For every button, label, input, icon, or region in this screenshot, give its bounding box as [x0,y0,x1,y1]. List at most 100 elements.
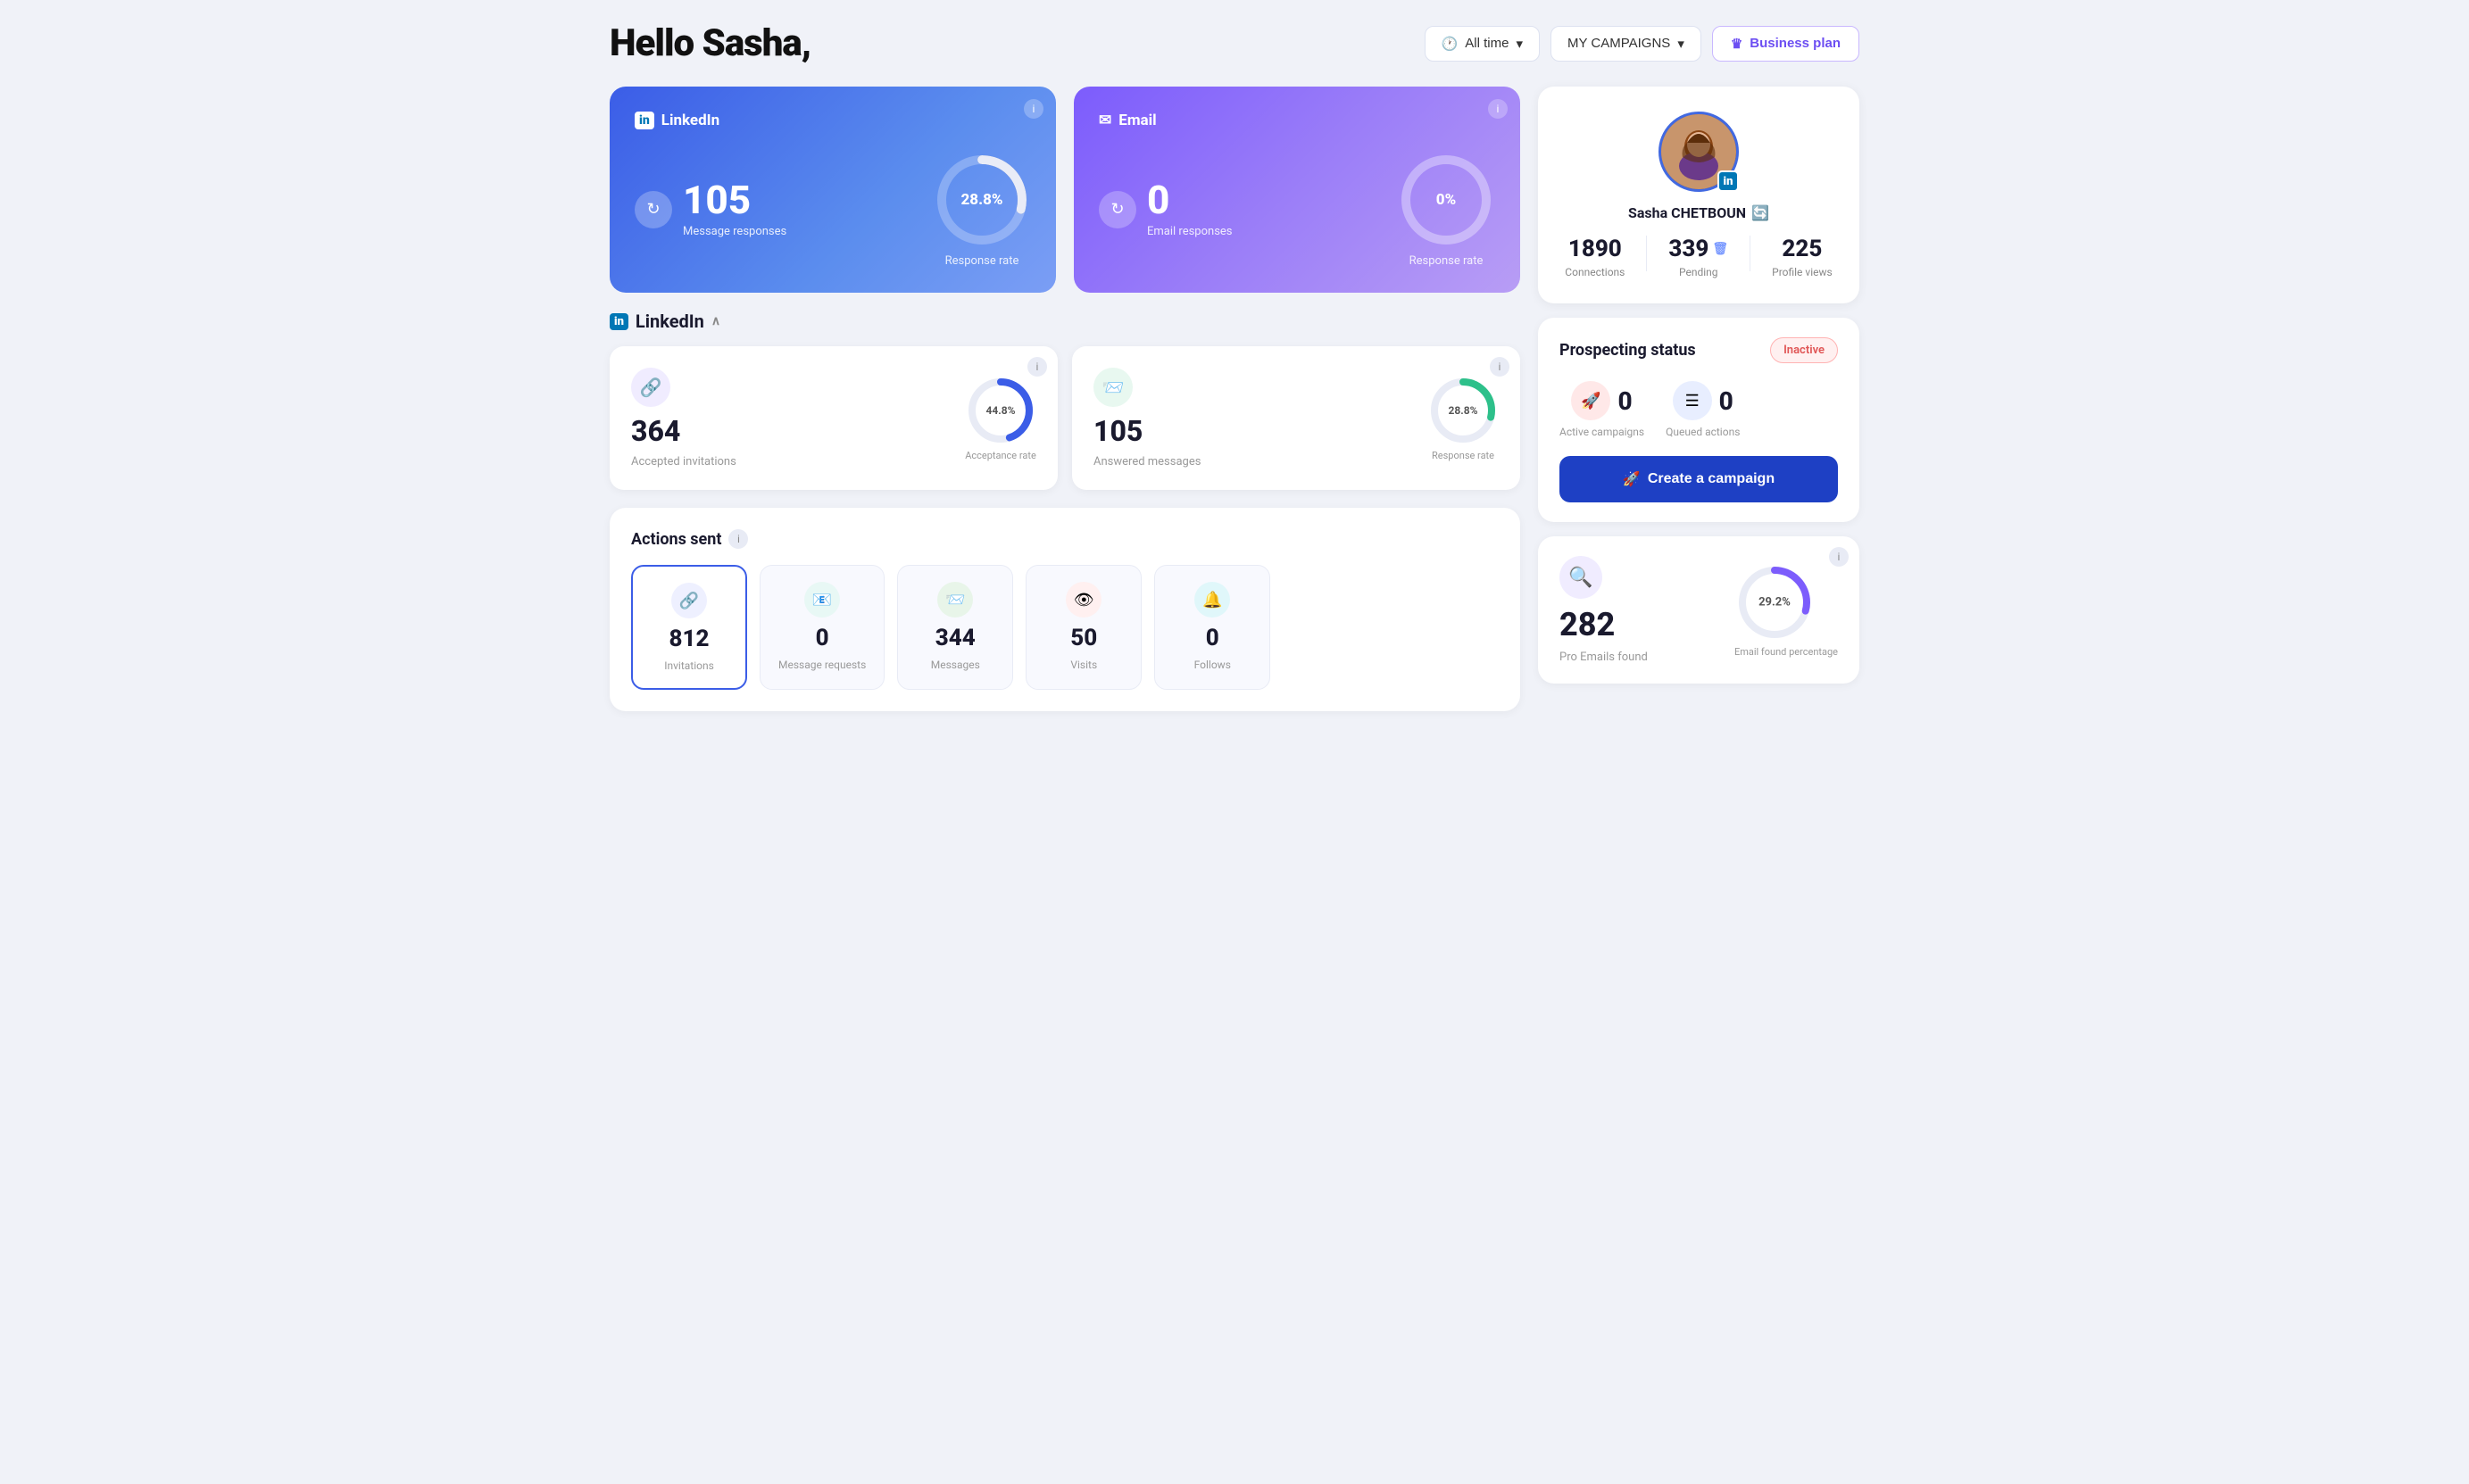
chevron-down-icon: ▾ [1516,36,1523,52]
invitations-action-card[interactable]: 🔗 812 Invitations [631,565,747,690]
linkedin-response-rate-sublabel: Response rate [933,254,1031,268]
linkedin-response-rate-label: 28.8% [960,191,1002,209]
linkedin-response-rate-chart: 28.8% [933,151,1031,249]
message-requests-action-card[interactable]: 📧 0 Message requests [760,565,885,690]
visits-label: Visits [1070,659,1097,671]
email-response-rate-label: 0% [1436,191,1456,209]
email-response-number-group: 0 Email responses [1147,180,1233,238]
chevron-up-icon: ∧ [711,314,720,328]
profile-stats: 1890 Connections 339 🗑 Pending 225 [1559,236,1838,278]
email-search-icon: 🔍 [1559,556,1602,599]
linkedin-section-icon: in [610,313,628,330]
time-filter-button[interactable]: 🕐 All time ▾ [1425,26,1540,62]
main-layout: in LinkedIn i ↻ 105 Message responses [610,87,1859,711]
linkedin-card-title: LinkedIn [661,112,719,129]
acceptance-rate-sublabel: Acceptance rate [965,450,1036,461]
email-response-label: Email responses [1147,225,1233,238]
response-rate-mini-chart: 28.8% [1427,375,1499,446]
acceptance-rate-chart-group: 44.8% Acceptance rate [965,375,1036,461]
actions-header: Actions sent i [631,529,1499,549]
linkedin-refresh-icon: ↻ [635,191,672,228]
linkedin-message-stat-left: ↻ 105 Message responses [635,180,786,238]
connections-number: 1890 [1568,236,1622,262]
email-found-percentage-chart: 29.2% [1734,562,1815,643]
email-stats-info-button[interactable]: i [1829,547,1849,567]
inactive-badge: Inactive [1770,337,1838,363]
connections-label: Connections [1565,266,1625,278]
queued-actions-row: ☰ 0 [1673,381,1733,420]
answered-messages-number: 105 [1093,414,1143,448]
list-icon: ☰ [1673,381,1712,420]
profile-views-label: Profile views [1772,266,1833,278]
left-column: in LinkedIn i ↻ 105 Message responses [610,87,1520,711]
email-response-rate: 0% Response rate [1397,151,1495,268]
prospecting-header: Prospecting status Inactive [1559,337,1838,363]
messages-label: Messages [931,659,980,671]
email-icon: ✉ [1099,112,1111,129]
email-card-stats: ↻ 0 Email responses [1099,151,1495,268]
email-stat-left: 🔍 282 Pro Emails found [1559,556,1648,664]
email-stats-inner: 🔍 282 Pro Emails found 29.2% Email fo [1559,556,1838,664]
actions-info-button[interactable]: i [728,529,748,549]
profile-views-stat: 225 Profile views [1772,236,1833,278]
email-stats-card: i 🔍 282 Pro Emails found 29.2% [1538,536,1859,684]
prospecting-title: Prospecting status [1559,341,1696,360]
email-response-number: 0 [1147,180,1233,220]
linkedin-card-header: in LinkedIn [635,112,1031,129]
messages-icon: 📨 [937,582,973,618]
email-card-title: Email [1118,112,1156,129]
messages-number: 344 [935,625,976,651]
linkedin-card-info-button[interactable]: i [1024,99,1043,119]
email-card-info-button[interactable]: i [1488,99,1508,119]
email-response-rate-sublabel: Response rate [1397,254,1495,268]
right-panel: in Sasha CHETBOUN 🔄 1890 Connections 339 [1538,87,1859,711]
linkedin-stats-grid: i 🔗 364 Accepted invitations [610,346,1520,490]
create-campaign-button[interactable]: 🚀 Create a campaign [1559,456,1838,502]
prospecting-stats: 🚀 0 Active campaigns ☰ 0 Queued actions [1559,381,1838,438]
linkedin-message-number: 105 [683,180,786,220]
profile-name-text: Sasha CHETBOUN [1628,204,1746,221]
acceptance-rate-mini-chart: 44.8% [965,375,1036,446]
link-icon: 🔗 [631,368,670,407]
follows-icon: 🔔 [1194,582,1230,618]
linkedin-message-number-group: 105 Message responses [683,180,786,238]
profile-name: Sasha CHETBOUN 🔄 [1628,204,1769,221]
accepted-invitations-number: 364 [631,414,680,448]
business-plan-button[interactable]: ♛ Business plan [1712,26,1859,62]
visits-action-card[interactable]: 👁 50 Visits [1026,565,1142,690]
queued-actions-stat: ☰ 0 Queued actions [1666,381,1740,438]
follows-action-card[interactable]: 🔔 0 Follows [1154,565,1270,690]
message-requests-icon: 📧 [804,582,840,618]
accepted-invitations-left: 🔗 364 Accepted invitations [631,368,736,468]
pending-label: Pending [1679,266,1718,278]
linkedin-section: in LinkedIn ∧ i 🔗 364 Accepted invitatio… [610,311,1520,490]
follows-label: Follows [1194,659,1231,671]
campaigns-filter-button[interactable]: MY CAMPAIGNS ▾ [1550,26,1701,62]
linkedin-icon: in [635,112,654,129]
answered-messages-card: i 📨 105 Answered messages [1072,346,1520,490]
invitations-number: 812 [669,626,710,652]
response-rate-label: 28.8% [1448,404,1477,417]
accepted-invitations-card: i 🔗 364 Accepted invitations [610,346,1058,490]
crown-icon: ♛ [1731,36,1742,52]
message-requests-label: Message requests [778,659,866,671]
visits-icon: 👁 [1066,582,1101,618]
accepted-invitations-info-button[interactable]: i [1027,357,1047,377]
linkedin-section-title: LinkedIn [636,311,704,332]
business-plan-label: Business plan [1750,36,1841,51]
invitations-label: Invitations [664,659,714,672]
profile-views-number: 225 [1782,236,1822,262]
prospecting-card: Prospecting status Inactive 🚀 0 Active c… [1538,318,1859,522]
pending-stat: 339 🗑 Pending [1668,236,1728,278]
answered-messages-info-button[interactable]: i [1490,357,1509,377]
answered-messages-left: 📨 105 Answered messages [1093,368,1201,468]
linkedin-card-stats: ↻ 105 Message responses [635,151,1031,268]
messages-action-card[interactable]: 📨 344 Messages [897,565,1013,690]
avatar-linkedin-badge: in [1717,170,1739,192]
profile-edit-icon: 🔄 [1751,204,1769,221]
top-cards-row: in LinkedIn i ↻ 105 Message responses [610,87,1520,293]
pro-emails-number: 282 [1559,606,1648,643]
pending-trash-icon[interactable]: 🗑 [1712,242,1728,256]
email-card-header: ✉ Email [1099,112,1495,129]
divider-1 [1646,236,1647,271]
